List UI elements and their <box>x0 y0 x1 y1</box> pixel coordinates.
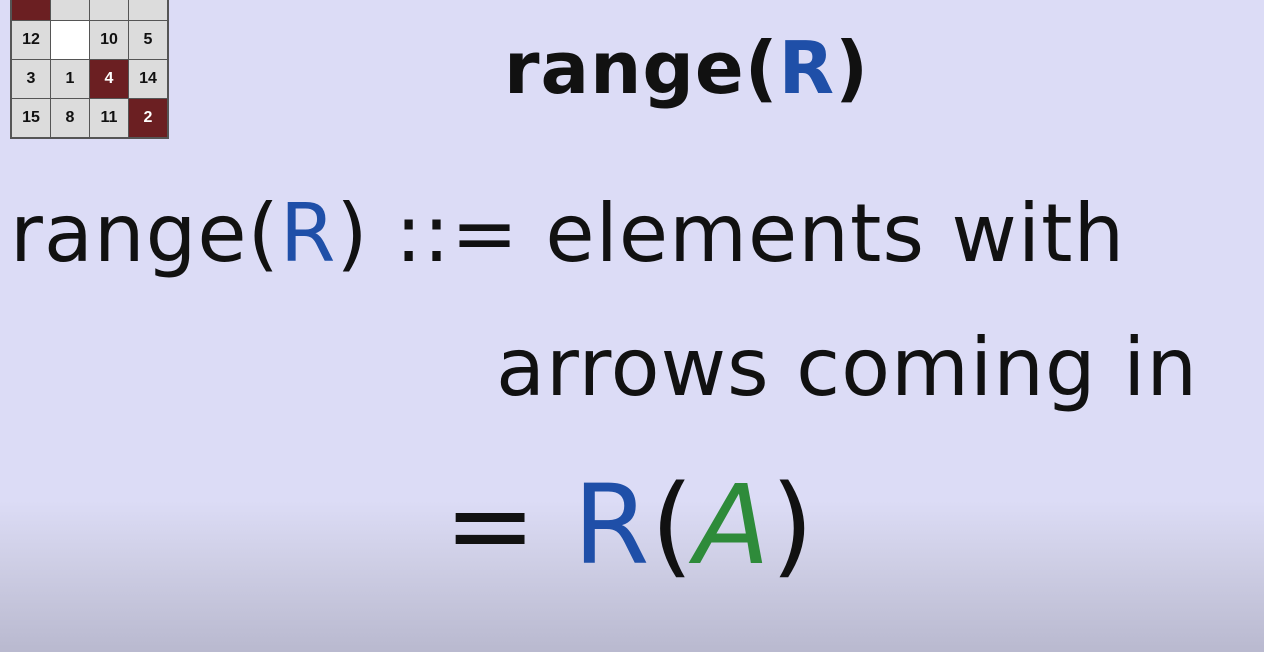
puzzle-tile: 11 <box>90 99 128 137</box>
puzzle-tile: 3 <box>12 60 50 98</box>
puzzle-tile: 2 <box>129 99 167 137</box>
puzzle-tile <box>51 0 89 20</box>
equation-relation-var: R <box>573 461 651 589</box>
definition-line-1: range(R) ::= elements with <box>10 194 1125 274</box>
puzzle-tile <box>90 0 128 20</box>
puzzle-tile: 1 <box>51 60 89 98</box>
puzzle-tile: 4 <box>90 60 128 98</box>
title-suffix: ) <box>835 26 869 110</box>
equals-sign: = <box>444 461 574 589</box>
puzzle-tile: 15 <box>12 99 50 137</box>
title-relation-var: R <box>778 26 836 110</box>
puzzle-tile <box>12 0 50 20</box>
puzzle-tile <box>129 0 167 20</box>
definition-suffix: ) ::= elements with <box>336 187 1126 280</box>
definition-relation-var: R <box>279 187 337 280</box>
puzzle-blank-tile <box>51 21 89 59</box>
equation-set-var: A <box>694 461 771 589</box>
puzzle-tile: 8 <box>51 99 89 137</box>
definition-prefix: range( <box>10 187 280 280</box>
puzzle-tile: 5 <box>129 21 167 59</box>
puzzle-tile: 12 <box>12 21 50 59</box>
puzzle-tile: 14 <box>129 60 167 98</box>
puzzle-thumbnail: 12 10 5 3 1 4 14 15 8 11 2 <box>10 0 169 139</box>
slide-title: range(R) <box>504 32 869 104</box>
title-prefix: range( <box>504 26 779 110</box>
definition-line-2: arrows coming in <box>496 321 1199 414</box>
puzzle-tile: 10 <box>90 21 128 59</box>
equation: = R(A) <box>444 470 815 580</box>
close-paren: ) <box>770 461 815 589</box>
open-paren: ( <box>650 461 695 589</box>
